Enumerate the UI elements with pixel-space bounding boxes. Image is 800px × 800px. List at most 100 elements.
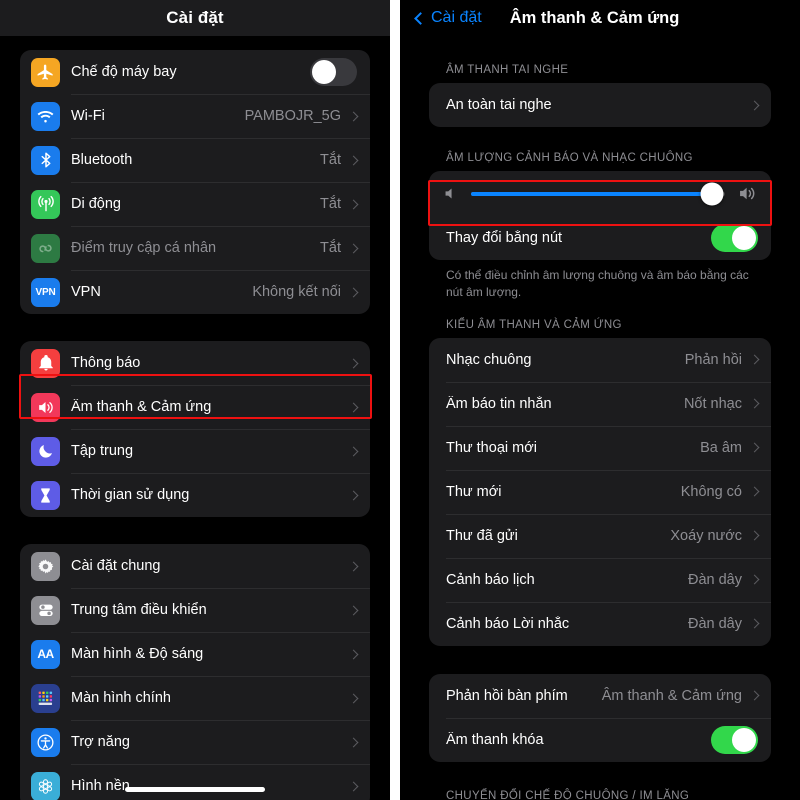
list-item-value: Xoáy nước: [670, 527, 742, 544]
sidebar-item-personal-hotspot[interactable]: Điểm truy cập cá nhân Tắt: [20, 226, 370, 270]
hourglass-icon: [31, 480, 60, 510]
sidebar-item-label: Điểm truy cập cá nhân: [71, 240, 217, 256]
speaker-icon: [31, 392, 60, 422]
gear-icon: [31, 551, 60, 581]
chevron-right-icon: [749, 354, 760, 365]
sidebar-item-wallpaper[interactable]: Hình nền: [20, 764, 370, 800]
list-item-value: Đàn dây: [687, 615, 742, 632]
sidebar-item-general[interactable]: Cài đặt chung: [20, 544, 370, 588]
bluetooth-icon: [31, 145, 60, 175]
chevron-right-icon: [749, 442, 760, 453]
list-item-label: An toàn tai nghe: [446, 97, 552, 113]
list-item-label: Cảnh báo Lời nhắc: [446, 615, 570, 632]
wifi-icon: [31, 101, 60, 131]
back-button[interactable]: Cài đặt: [414, 9, 482, 27]
sidebar-item-home-screen[interactable]: Màn hình chính: [20, 676, 370, 720]
chevron-right-icon: [348, 287, 359, 297]
list-item-new-voicemail[interactable]: Thư thoại mới Ba âm: [429, 425, 771, 470]
sidebar-item-display-brightness[interactable]: AA Màn hình & Độ sáng: [20, 632, 370, 676]
chevron-right-icon: [749, 618, 760, 629]
sidebar-item-label: Wi-Fi: [71, 108, 105, 124]
list-item-label: Thư thoại mới: [446, 439, 537, 456]
left-navigation-bar: Cài đặt: [0, 0, 390, 36]
chevron-right-icon: [749, 530, 760, 541]
sidebar-item-label: Âm thanh & Cảm ứng: [71, 399, 212, 415]
list-item-value: Nốt nhạc: [683, 395, 742, 412]
sidebar-item-sounds-haptics[interactable]: Âm thanh & Cảm ứng: [20, 385, 370, 429]
list-item-keyboard-feedback[interactable]: Phản hồi bàn phím Âm thanh & Cảm ứng: [429, 674, 771, 718]
volume-slider-row[interactable]: [429, 171, 771, 216]
list-item-ringtone[interactable]: Nhạc chuông Phản hồi: [429, 338, 771, 382]
chevron-right-icon: [749, 398, 760, 409]
list-item-label: Cảnh báo lịch: [446, 571, 535, 588]
sidebar-item-focus[interactable]: Tập trung: [20, 429, 370, 473]
list-item-value: Phản hồi: [684, 351, 742, 368]
vpn-icon: VPN: [31, 277, 60, 307]
list-item-value: Không có: [680, 483, 742, 500]
sidebar-item-vpn[interactable]: VPN VPN Không kết nối: [20, 270, 370, 314]
chevron-right-icon: [348, 358, 359, 368]
sidebar-item-value: Tắt: [320, 240, 341, 256]
lock-sound-toggle[interactable]: [711, 725, 758, 754]
settings-group-ringer-volume: Thay đổi bằng nút: [429, 171, 771, 260]
list-item-change-with-buttons[interactable]: Thay đổi bằng nút: [429, 216, 771, 260]
page-title: Cài đặt: [166, 8, 224, 27]
bell-icon: [31, 348, 60, 378]
wallpaper-icon: [31, 771, 60, 800]
list-item-label: Nhạc chuông: [446, 351, 532, 368]
list-item-new-mail[interactable]: Thư mới Không có: [429, 469, 771, 514]
list-item-label: Âm báo tin nhắn: [446, 395, 552, 412]
list-item-lock-sound[interactable]: Âm thanh khóa: [429, 717, 771, 762]
cellular-icon: [31, 189, 60, 219]
sidebar-item-wifi[interactable]: Wi-Fi PAMBOJR_5G: [20, 94, 370, 138]
volume-slider-track[interactable]: [471, 182, 725, 205]
chevron-right-icon: [348, 155, 359, 165]
section-header-ringer-volume: ÂM LƯỢNG CẢNH BÁO VÀ NHẠC CHUÔNG: [446, 152, 693, 164]
list-item-text-tone[interactable]: Âm báo tin nhắn Nốt nhạc: [429, 381, 771, 426]
chevron-right-icon: [348, 649, 359, 659]
sidebar-item-label: Bluetooth: [71, 152, 133, 168]
dual-screenshot-container: Cài đặt Chế độ máy bay Wi-Fi PAMBOJR_5G …: [0, 0, 800, 800]
sidebar-item-label: Thời gian sử dụng: [71, 487, 190, 503]
sidebar-item-control-center[interactable]: Trung tâm điều khiển: [20, 588, 370, 632]
settings-group-alerts: Thông báo Âm thanh & Cảm ứng Tập trung T…: [20, 341, 370, 517]
sidebar-item-label: Chế độ máy bay: [71, 64, 177, 80]
list-item-sent-mail[interactable]: Thư đã gửi Xoáy nước: [429, 513, 771, 558]
list-item-label: Âm thanh khóa: [446, 731, 544, 748]
sidebar-item-bluetooth[interactable]: Bluetooth Tắt: [20, 138, 370, 182]
list-item-headphone-safety[interactable]: An toàn tai nghe: [429, 83, 771, 127]
sounds-haptics-screen: Cài đặt Âm thanh & Cảm ứng ÂM THANH TAI …: [400, 0, 800, 800]
settings-group-headphone-audio: An toàn tai nghe: [429, 83, 771, 127]
sidebar-item-label: Cài đặt chung: [71, 558, 161, 574]
sidebar-item-airplane-mode[interactable]: Chế độ máy bay: [20, 50, 370, 94]
list-item-calendar-alerts[interactable]: Cảnh báo lịch Đàn dây: [429, 557, 771, 602]
back-button-label: Cài đặt: [431, 9, 482, 26]
sidebar-item-notifications[interactable]: Thông báo: [20, 341, 370, 385]
section-header-label: CHUYỂN ĐỔI CHẾ ĐỘ CHUÔNG / IM LẶNG: [446, 789, 690, 800]
sidebar-item-label: Trung tâm điều khiển: [71, 602, 207, 618]
airplane-icon: [31, 57, 60, 87]
volume-slider-knob[interactable]: [700, 182, 724, 205]
section-header-headphone-audio: ÂM THANH TAI NGHE: [446, 64, 569, 76]
screenshot-divider: [390, 0, 400, 800]
sidebar-item-accessibility[interactable]: Trợ năng: [20, 720, 370, 764]
list-item-value: Âm thanh & Cảm ứng: [601, 687, 742, 704]
chevron-right-icon: [348, 561, 359, 571]
control-center-icon: [31, 595, 60, 625]
sidebar-item-value: Không kết nối: [252, 284, 341, 300]
chevron-right-icon: [348, 446, 359, 456]
sidebar-item-screen-time[interactable]: Thời gian sử dụng: [20, 473, 370, 517]
chevron-right-icon: [749, 486, 760, 497]
settings-main-screen: Cài đặt Chế độ máy bay Wi-Fi PAMBOJR_5G …: [0, 0, 390, 800]
sidebar-item-value: Tắt: [320, 196, 341, 212]
change-with-buttons-toggle[interactable]: [711, 224, 758, 252]
airplane-mode-toggle[interactable]: [310, 58, 357, 86]
sidebar-item-cellular[interactable]: Di động Tắt: [20, 182, 370, 226]
list-item-reminder-alerts[interactable]: Cảnh báo Lời nhắc Đàn dây: [429, 601, 771, 646]
hotspot-icon: [31, 233, 60, 263]
sidebar-item-label: Trợ năng: [71, 734, 130, 750]
sidebar-item-label: Màn hình & Độ sáng: [71, 646, 204, 662]
page-title: Âm thanh & Cảm ứng: [509, 8, 680, 27]
accessibility-icon: [31, 727, 60, 757]
section-header-sound-haptic-patterns: KIỂU ÂM THANH VÀ CẢM ỨNG: [446, 318, 622, 331]
